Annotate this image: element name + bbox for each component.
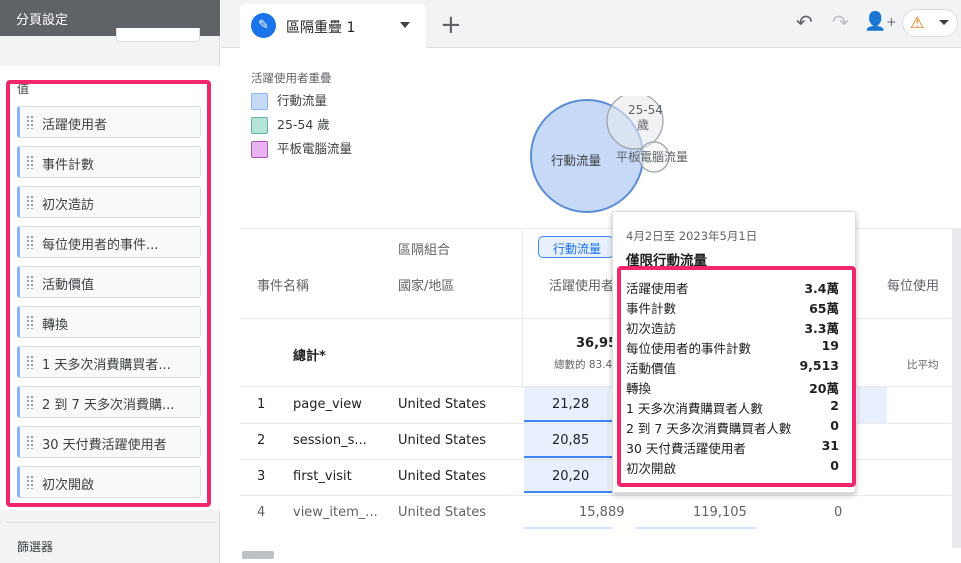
overlap-title: 活躍使用者重疊 (251, 71, 332, 85)
plus-icon[interactable]: + (440, 10, 462, 40)
row-event: view_item_... (293, 505, 378, 520)
column-header-per-user[interactable]: 每位使用 (887, 275, 939, 294)
venn-label-tablet: 平板電腦流量 (616, 149, 688, 164)
chevron-down-icon[interactable] (400, 22, 410, 28)
cell-shade (857, 387, 887, 423)
row-country: United States (398, 469, 487, 484)
vertical-scrollbar[interactable] (952, 228, 961, 548)
redo-icon[interactable]: ↷ (832, 10, 849, 34)
row-country: United States (398, 397, 487, 412)
divider (240, 495, 952, 496)
row-country: United States (398, 433, 487, 448)
row-num: 1 (257, 397, 266, 412)
row-bar (524, 491, 612, 493)
legend-item: 25-54 歲 (251, 114, 330, 134)
legend-swatch (251, 141, 268, 158)
row-bar (524, 420, 612, 422)
column-header-event[interactable]: 事件名稱 (257, 275, 309, 294)
tooltip-date: 4月2日至 2023年5月1日 (626, 229, 758, 243)
row-event: first_visit (293, 469, 352, 484)
row-num: 4 (257, 505, 266, 520)
sidebar-button[interactable] (116, 28, 200, 42)
warning-icon: ⚠ (910, 13, 925, 32)
segment-chip[interactable]: 行動流量 (538, 236, 614, 258)
legend-item: 平板電腦流量 (251, 138, 352, 158)
legend-label: 行動流量 (277, 93, 328, 108)
venn-label-age: 25-54 (628, 103, 663, 117)
row-event: session_s... (293, 433, 367, 448)
share-user-icon[interactable]: 👤+ (864, 10, 896, 34)
tab-label: 區隔重疊 1 (286, 20, 356, 36)
tooltip-highlight-box (617, 266, 856, 487)
total-right-sub: 比平均 (907, 359, 939, 371)
legend-swatch (251, 117, 268, 134)
segment-header: 區隔組合 (398, 243, 451, 258)
chevron-down-icon[interactable] (939, 20, 949, 25)
row-bar (524, 456, 612, 458)
row-num: 2 (257, 433, 266, 448)
pencil-icon[interactable]: ✎ (251, 13, 276, 38)
row-country: United States (398, 505, 487, 520)
divider (6, 522, 216, 523)
venn-diagram[interactable]: 行動流量 25-54 歲 平板電腦流量 (520, 96, 720, 216)
legend-label: 25-54 歲 (277, 117, 330, 132)
row-active: 15,889 (579, 505, 625, 520)
total-value: 36,95 (576, 336, 618, 351)
column-header-country[interactable]: 國家/地區 (398, 275, 454, 294)
row-active: 20,85 (552, 433, 590, 448)
row-active: 21,28 (552, 397, 590, 412)
row-bar (524, 527, 612, 529)
values-highlight-box (6, 80, 211, 507)
filter-title: 篩選器 (17, 540, 54, 554)
venn-label-age-suffix: 歲 (637, 118, 649, 132)
column-header-active-users[interactable]: 活躍使用者 (549, 275, 613, 294)
total-sub: 總數的 83.4 (554, 359, 613, 371)
venn-label-mobile: 行動流量 (551, 153, 601, 168)
legend-label: 平板電腦流量 (277, 141, 353, 156)
divider (522, 228, 523, 388)
total-label: 總計* (293, 349, 326, 364)
legend-swatch (251, 93, 268, 110)
row-num: 3 (257, 469, 266, 484)
sidebar-title: 分頁設定 (16, 13, 69, 28)
row-4-count: 119,105 (693, 505, 747, 520)
row-bar (636, 527, 756, 529)
horizontal-scrollbar[interactable] (242, 551, 274, 559)
legend-item: 行動流量 (251, 90, 327, 110)
row-event: page_view (293, 397, 362, 412)
row-4-per: 0 (834, 505, 843, 520)
undo-icon[interactable]: ↶ (796, 10, 813, 34)
row-active: 20,20 (552, 469, 590, 484)
